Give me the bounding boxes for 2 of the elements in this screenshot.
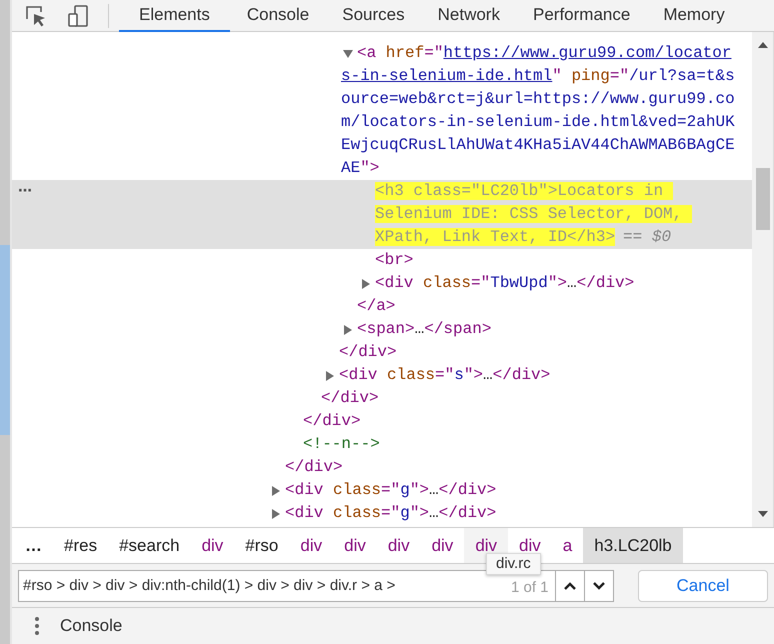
- match-count: 1 of 1: [510, 578, 550, 596]
- tooltip: div.rc: [486, 553, 541, 575]
